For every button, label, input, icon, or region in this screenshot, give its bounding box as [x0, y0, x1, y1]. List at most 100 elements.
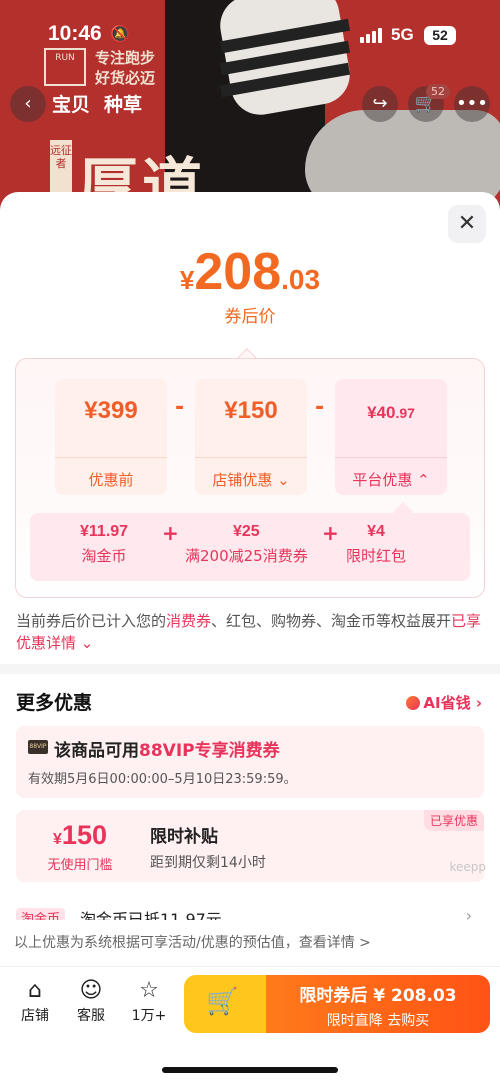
- price-caption: 券后价: [224, 307, 276, 327]
- sub-label: 限时红包: [346, 547, 407, 565]
- brand-logo: RUN: [44, 48, 86, 86]
- brand-slogan: 专注跑步 好货必迈: [95, 48, 155, 88]
- poster-tag: 远征者: [50, 140, 72, 192]
- ai-save-button[interactable]: AI省钱 ›: [406, 692, 482, 713]
- note-prefix: 当前券后价已计入您的: [16, 612, 167, 630]
- sub-value: ¥11.97: [80, 523, 129, 540]
- top-nav: ‹ 宝贝 种草 ↪ 🛒 52 •••: [10, 84, 490, 122]
- note-coupon: 消费券: [166, 612, 212, 630]
- platform-discount-toggle[interactable]: 平台优惠 ⌃: [335, 469, 447, 490]
- plus-sign: +: [162, 521, 179, 545]
- buy-action-label: 限时直降 去购买: [326, 1013, 430, 1029]
- minus-sign: -: [315, 395, 325, 420]
- more-offers-title: 更多优惠: [16, 692, 93, 714]
- subsidy-currency: ¥: [53, 831, 62, 848]
- share-button[interactable]: ↪: [362, 86, 398, 122]
- subsidy-card[interactable]: ¥150 无使用门槛 限时补贴 距到期仅剩14小时 已享优惠: [16, 810, 484, 882]
- buy-button[interactable]: 🛒 限时券后 ¥ 208.03 限时直降 去购买: [184, 975, 490, 1033]
- price-breakdown: ¥399 优惠前 - ¥150 店铺优惠 ⌄ - ¥40.97 平台优惠 ⌃ ¥…: [15, 358, 485, 598]
- store-button[interactable]: ⌂ 店铺: [12, 977, 58, 1025]
- bottom-action-bar: ⌂ 店铺 ☺ 客服 ☆ 1万+ 🛒 限时券后 ¥ 208.03 限时直降 去购买: [0, 966, 500, 1084]
- service-label: 客服: [77, 1008, 105, 1024]
- sub-value: ¥25: [233, 523, 260, 540]
- minus-sign: -: [175, 395, 185, 420]
- close-icon: ✕: [457, 211, 477, 236]
- vip-title-prefix: 该商品可用: [54, 741, 139, 761]
- battery-icon: 52: [424, 26, 456, 45]
- ai-sparkle-icon: [406, 696, 421, 710]
- buy-now-button[interactable]: 限时券后 ¥ 208.03 限时直降 去购买: [266, 975, 490, 1033]
- note-middle: 、红包、购物券、淘金币等权益展开: [211, 612, 452, 630]
- price-integer: 208: [194, 243, 282, 301]
- chevron-up-icon: ⌃: [417, 471, 430, 489]
- sub-label: 满200减25消费券: [185, 547, 308, 565]
- vip-validity: 有效期5月6日00:00:00–5月10日23:59:59。: [28, 772, 297, 787]
- platform-value-int: ¥40: [367, 403, 396, 422]
- shop-discount-card[interactable]: ¥150 店铺优惠 ⌄: [195, 379, 307, 495]
- sub-item-coin: ¥11.97 淘金币: [80, 523, 128, 566]
- brand-logo-text: RUN: [55, 53, 75, 63]
- price-currency: ¥: [179, 265, 195, 295]
- share-icon: ↪: [372, 93, 388, 114]
- chevron-down-icon: ⌄: [277, 471, 290, 489]
- platform-discount-label: 平台优惠: [352, 471, 413, 489]
- service-icon: ☺: [79, 978, 103, 1003]
- vip-coupon-title: 该商品可用88VIP专享消费券: [54, 736, 280, 761]
- network-type: 5G: [391, 25, 414, 44]
- favorite-count: 1万+: [131, 1008, 167, 1024]
- ai-save-label: AI省钱: [423, 694, 471, 712]
- home-indicator: [162, 1067, 338, 1073]
- platform-value-dec: .97: [395, 405, 415, 421]
- price-decimal: .03: [281, 264, 321, 295]
- slogan-line1: 专注跑步: [95, 49, 156, 67]
- store-label: 店铺: [21, 1008, 49, 1024]
- original-price-value: ¥399: [84, 397, 138, 424]
- subsidy-title: 限时补贴: [150, 827, 218, 847]
- subsidy-amount: ¥150: [16, 820, 144, 851]
- subsidy-value: 150: [61, 820, 107, 850]
- buy-price-label: 限时券后 ¥ 208.03: [299, 986, 457, 1006]
- nav-tabs: 宝贝 种草: [52, 90, 142, 117]
- favorite-button[interactable]: ☆ 1万+: [126, 977, 172, 1025]
- watermark: keepp: [449, 860, 486, 874]
- sub-label: 淘金币: [81, 547, 127, 565]
- chevron-down-icon: ⌄: [80, 634, 94, 652]
- status-time: 10:46: [48, 22, 102, 45]
- subsidy-desc: 距到期仅剩14小时: [150, 855, 266, 871]
- close-button[interactable]: ✕: [448, 205, 486, 243]
- shop-discount-label: 店铺优惠: [212, 471, 273, 489]
- signal-icon: [360, 28, 382, 43]
- back-button[interactable]: ‹: [10, 86, 46, 122]
- vip-badge-icon: 88VIP: [28, 740, 48, 754]
- back-chevron-icon: ‹: [24, 93, 32, 114]
- tab-item[interactable]: 宝贝: [52, 90, 90, 117]
- add-cart-icon: 🛒: [206, 987, 239, 1017]
- platform-sub-breakdown: ¥11.97 淘金币 + ¥25 满200减25消费券 + ¥4 限时红包: [30, 513, 470, 581]
- vip-coupon-card[interactable]: 88VIP 该商品可用88VIP专享消费券 有效期5月6日00:00:00–5月…: [16, 726, 484, 798]
- shop-discount-toggle[interactable]: 店铺优惠 ⌄: [195, 469, 307, 490]
- cart-count-badge: 52: [426, 84, 450, 99]
- platform-discount-card[interactable]: ¥40.97 平台优惠 ⌃: [335, 379, 447, 495]
- final-price: ¥208.03: [0, 242, 500, 302]
- store-icon: ⌂: [28, 978, 42, 1003]
- subsidy-applied-tag: 已享优惠: [423, 810, 484, 831]
- section-divider: [0, 664, 500, 674]
- sub-item-coupon: ¥25 满200减25消费券: [185, 523, 308, 566]
- price-detail-sheet: ✕ ¥208.03 券后价 ¥399 优惠前 - ¥150 店铺优惠 ⌄ - ¥…: [0, 192, 500, 1084]
- mute-bell-icon: 🔕: [110, 24, 130, 43]
- slogan-line2: 好货必迈: [95, 69, 156, 87]
- estimate-disclaimer[interactable]: 以上优惠为系统根据可享活动/优惠的预估值，查看详情 >: [0, 920, 500, 966]
- more-button[interactable]: •••: [454, 86, 490, 122]
- shop-discount-value: ¥150: [224, 397, 278, 424]
- subsidy-condition: 无使用门槛: [47, 858, 113, 873]
- sub-item-redpacket: ¥4 限时红包: [346, 523, 406, 566]
- service-button[interactable]: ☺ 客服: [68, 977, 114, 1025]
- platform-discount-value: ¥40.97: [335, 397, 447, 425]
- tab-seeding[interactable]: 种草: [104, 90, 142, 117]
- star-icon: ☆: [139, 978, 159, 1003]
- vip-title-highlight: 88VIP专享消费券: [139, 741, 280, 761]
- plus-sign: +: [322, 521, 339, 545]
- add-to-cart-button[interactable]: 🛒: [184, 975, 266, 1033]
- more-dots-icon: •••: [456, 93, 488, 114]
- original-price-label: 优惠前: [88, 471, 134, 489]
